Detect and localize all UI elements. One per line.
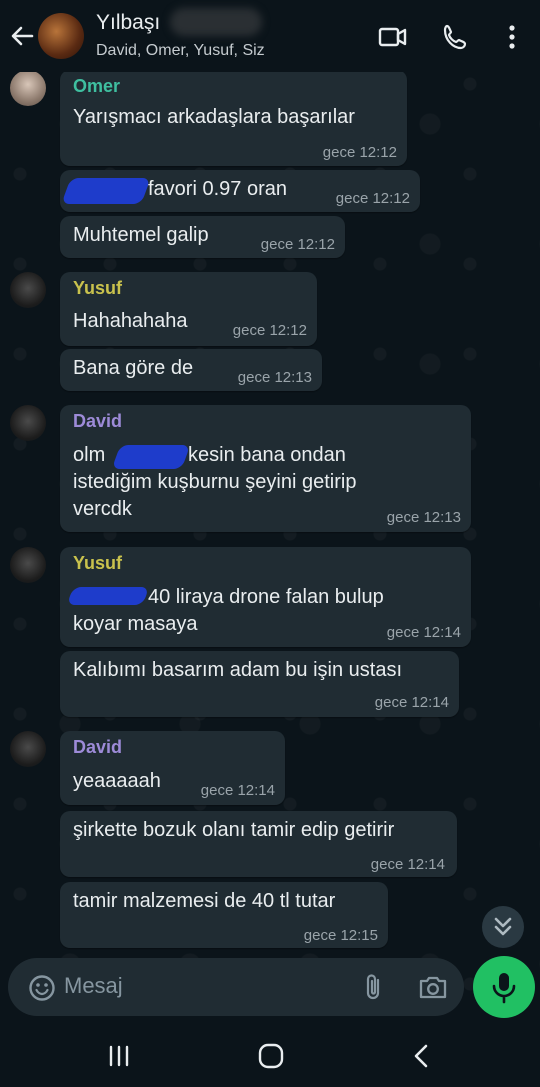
avatar-david[interactable]	[10, 405, 46, 441]
camera-icon[interactable]	[418, 973, 448, 1001]
system-nav-bar	[0, 1024, 540, 1087]
message-time: gece 12:14	[386, 624, 461, 641]
sender-name: Omer	[73, 76, 121, 96]
message-text: Hahahahaha	[73, 310, 188, 332]
nav-back-icon[interactable]	[406, 1042, 436, 1070]
message-time: gece 12:12	[260, 236, 335, 253]
emoji-icon[interactable]	[28, 974, 56, 1002]
scroll-down-icon	[494, 917, 512, 936]
message-text: kesin bana ondan	[188, 444, 346, 466]
sender-name: Yusuf	[73, 553, 123, 573]
message-time: gece 12:14	[370, 856, 445, 873]
mic-button[interactable]	[473, 956, 535, 1018]
message-text: şirkette bozuk olanı tamir edip getirir	[73, 819, 395, 841]
message-text: Yarışmacı arkadaşlara başarılar	[73, 106, 355, 128]
group-avatar[interactable]	[38, 13, 84, 59]
home-icon[interactable]	[256, 1042, 286, 1070]
message-text: 40 liraya drone falan bulup	[148, 586, 384, 608]
video-call-icon[interactable]	[378, 22, 408, 52]
message-text: Kalıbımı basarım adam bu işin ustası	[73, 659, 403, 681]
message-bubble[interactable]: Bana göre de gece 12:13	[60, 349, 322, 391]
redaction-scribble	[111, 445, 191, 469]
recents-icon[interactable]	[104, 1042, 134, 1070]
avatar-david[interactable]	[10, 731, 46, 767]
group-title[interactable]: Yılbaşı	[96, 11, 160, 35]
attach-icon[interactable]	[360, 972, 388, 1002]
sender-name: David	[73, 737, 123, 757]
message-time: gece 12:12	[232, 322, 307, 339]
message-time: gece 12:13	[237, 369, 312, 386]
message-bubble[interactable]: Yusuf 40 liraya drone falan bulup koyar …	[60, 547, 471, 647]
back-arrow-icon[interactable]	[8, 22, 36, 50]
message-input-bar[interactable]: Mesaj	[8, 958, 464, 1016]
chat-header: Yılbaşı David, Omer, Yusuf, Siz	[0, 0, 540, 72]
message-bubble[interactable]: favori 0.97 oran gece 12:12	[60, 170, 420, 212]
message-bubble[interactable]: Yusuf Hahahahaha gece 12:12	[60, 272, 317, 346]
message-bubble[interactable]: Muhtemel galip gece 12:12	[60, 216, 345, 258]
redaction-scribble	[61, 178, 151, 204]
message-bubble[interactable]: tamir malzemesi de 40 tl tutar gece 12:1…	[60, 882, 388, 948]
message-bubble[interactable]: şirkette bozuk olanı tamir edip getirir …	[60, 811, 457, 877]
message-bubble[interactable]: Kalıbımı basarım adam bu işin ustası gec…	[60, 651, 459, 717]
message-text: olm	[73, 444, 106, 466]
message-text: Muhtemel galip	[73, 224, 209, 246]
group-members[interactable]: David, Omer, Yusuf, Siz	[96, 42, 265, 60]
message-time: gece 12:12	[335, 190, 410, 207]
avatar-yusuf[interactable]	[10, 547, 46, 583]
message-text: yeaaaaah	[73, 770, 161, 792]
message-text: tamir malzemesi de 40 tl tutar	[73, 890, 336, 912]
redaction-scribble	[66, 587, 150, 605]
voice-call-icon[interactable]	[441, 22, 471, 52]
message-text: favori 0.97 oran	[148, 178, 287, 200]
message-bubble[interactable]: Omer Yarışmacı arkadaşlara başarılar gec…	[60, 70, 407, 166]
message-text: istediğim kuşburnu şeyini getirip	[73, 471, 357, 493]
more-options-icon[interactable]	[497, 22, 527, 52]
message-text: Bana göre de	[73, 357, 194, 379]
message-time: gece 12:14	[200, 782, 275, 799]
avatar-omer[interactable]	[10, 70, 46, 106]
sender-name: David	[73, 411, 123, 431]
message-time: gece 12:14	[374, 694, 449, 711]
message-input[interactable]: Mesaj	[64, 973, 123, 999]
sender-name: Yusuf	[73, 278, 123, 298]
message-time: gece 12:15	[303, 927, 378, 944]
mic-icon	[492, 973, 516, 1004]
avatar-yusuf[interactable]	[10, 272, 46, 308]
title-redaction	[170, 8, 262, 36]
scroll-down-button[interactable]	[482, 906, 524, 948]
message-time: gece 12:13	[386, 509, 461, 526]
message-bubble[interactable]: David olm kesin bana ondan istediğim kuş…	[60, 405, 471, 532]
message-time: gece 12:12	[322, 144, 397, 161]
message-text: koyar masaya	[73, 613, 198, 635]
message-text: vercdk	[73, 498, 132, 520]
message-bubble[interactable]: David yeaaaaah gece 12:14	[60, 731, 285, 805]
